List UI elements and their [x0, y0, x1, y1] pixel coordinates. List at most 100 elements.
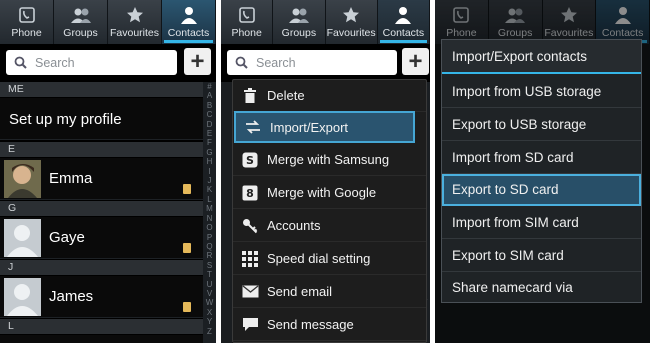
contact-row-james[interactable]: James	[0, 276, 203, 318]
setup-profile-label: Set up my profile	[9, 111, 122, 128]
tab-label: Phone	[11, 27, 42, 39]
option-import-usb[interactable]: Import from USB storage	[442, 76, 641, 108]
index-letter[interactable]: I	[208, 167, 210, 176]
menu-item-accounts[interactable]: Accounts	[233, 210, 426, 242]
tab-phone[interactable]: Phone	[0, 0, 54, 44]
add-contact-button[interactable]: +	[402, 48, 429, 75]
samsung-icon: S	[241, 151, 259, 169]
menu-item-delete[interactable]: Delete	[233, 80, 426, 112]
contact-row[interactable]	[0, 335, 203, 343]
index-letter[interactable]: Q	[206, 242, 212, 251]
option-export-sd[interactable]: Export to SD card	[442, 174, 641, 206]
tab-label: Groups	[63, 27, 98, 39]
tab-bar: Phone Groups Favourites Contacts	[0, 0, 216, 44]
index-letter[interactable]: V	[207, 289, 212, 298]
option-import-sim[interactable]: Import from SIM card	[442, 207, 641, 239]
add-contact-button[interactable]: +	[184, 48, 211, 75]
svg-text:8: 8	[246, 187, 254, 200]
index-letter[interactable]: H	[207, 157, 213, 166]
avatar	[4, 219, 41, 257]
tab-groups[interactable]: Groups	[273, 0, 326, 44]
index-letter[interactable]: K	[207, 185, 212, 194]
search-placeholder: Search	[256, 55, 296, 70]
index-letter[interactable]: E	[207, 129, 212, 138]
menu-item-merge-google[interactable]: 8 Merge with Google	[233, 177, 426, 209]
index-letter[interactable]: U	[207, 280, 213, 289]
search-icon	[14, 56, 27, 69]
groups-icon	[69, 4, 93, 26]
search-input[interactable]: Search	[6, 50, 177, 75]
index-letter[interactable]: M	[206, 204, 213, 213]
alphabet-index-scroller[interactable]: #ABCDEFGHIJKLMNOPQRSTUVWXYZ	[203, 82, 216, 343]
option-export-sim[interactable]: Export to SIM card	[442, 240, 641, 272]
menu-item-label: Merge with Samsung	[267, 152, 390, 167]
contact-row-emma[interactable]: Emma	[0, 158, 203, 200]
index-letter[interactable]: F	[207, 138, 212, 147]
section-header: L	[0, 319, 203, 334]
index-letter[interactable]: Y	[207, 317, 212, 326]
menu-item-label: Send message	[267, 317, 354, 332]
groups-icon	[287, 4, 311, 26]
menu-item-send-message[interactable]: Send message	[233, 309, 426, 341]
tab-contacts[interactable]: Contacts	[377, 0, 430, 44]
contact-name: Gaye	[49, 229, 85, 246]
tab-phone[interactable]: Phone	[221, 0, 274, 44]
index-letter[interactable]: L	[207, 195, 211, 204]
sim-badge-icon	[183, 184, 191, 194]
index-letter[interactable]: T	[207, 270, 212, 279]
option-import-sd[interactable]: Import from SD card	[442, 142, 641, 174]
import-export-screen: Phone Groups Favourites Contacts Import/…	[435, 0, 650, 343]
menu-item-label: Delete	[267, 88, 305, 103]
menu-item-send-email[interactable]: Send email	[233, 276, 426, 308]
tab-label: Groups	[281, 27, 317, 39]
index-letter[interactable]: O	[206, 223, 212, 232]
tab-label: Phone	[231, 27, 262, 39]
key-icon	[241, 217, 259, 235]
search-row: Search +	[221, 48, 430, 78]
index-letter[interactable]: P	[207, 233, 212, 242]
list-edge	[221, 82, 232, 343]
option-share-namecard[interactable]: Share namecard via	[442, 272, 641, 304]
avatar	[4, 160, 41, 198]
index-letter[interactable]: A	[207, 91, 212, 100]
index-letter[interactable]: X	[207, 308, 212, 317]
menu-item-import-export[interactable]: Import/Export	[234, 111, 415, 143]
index-letter[interactable]: J	[208, 176, 212, 185]
index-letter[interactable]: G	[206, 148, 212, 157]
index-letter[interactable]: C	[207, 110, 213, 119]
contact-name: Emma	[49, 170, 93, 187]
menu-item-speed-dial[interactable]: Speed dial setting	[233, 243, 426, 275]
phone-icon	[15, 4, 39, 26]
index-letter[interactable]: N	[207, 214, 213, 223]
section-header-me: ME	[0, 82, 203, 97]
option-export-usb[interactable]: Export to USB storage	[442, 109, 641, 141]
tab-label: Favourites	[109, 27, 160, 39]
index-letter[interactable]: S	[207, 261, 212, 270]
index-letter[interactable]: #	[207, 82, 211, 91]
index-letter[interactable]: D	[207, 120, 213, 129]
index-letter[interactable]: R	[207, 251, 213, 260]
index-letter[interactable]: W	[206, 298, 214, 307]
phone-icon	[235, 4, 259, 26]
menu-item-label: Accounts	[267, 218, 321, 233]
menu-item-label: Import/Export	[270, 119, 349, 135]
google-icon: 8	[241, 184, 259, 202]
menu-item-merge-samsung[interactable]: S Merge with Samsung	[233, 144, 426, 176]
tab-groups[interactable]: Groups	[54, 0, 108, 44]
menu-item-label: Send email	[267, 284, 333, 299]
tab-favourites[interactable]: Favourites	[108, 0, 162, 44]
tab-contacts[interactable]: Contacts	[162, 0, 216, 44]
dialog-title: Import/Export contacts	[442, 40, 641, 74]
search-row: Search +	[0, 48, 216, 78]
setup-profile-row[interactable]: Set up my profile	[0, 98, 203, 140]
contact-row-gaye[interactable]: Gaye	[0, 217, 203, 259]
tab-label: Favourites	[326, 27, 376, 39]
contacts-options-screen: Phone Groups Favourites Contacts Search …	[221, 0, 430, 343]
tab-favourites[interactable]: Favourites	[326, 0, 378, 44]
search-input[interactable]: Search	[227, 50, 397, 75]
index-letter[interactable]: B	[207, 101, 212, 110]
star-icon	[123, 4, 147, 26]
import-export-icon	[244, 118, 262, 136]
index-letter[interactable]: Z	[207, 327, 212, 336]
import-export-dialog: Import/Export contacts Import from USB s…	[441, 39, 642, 303]
